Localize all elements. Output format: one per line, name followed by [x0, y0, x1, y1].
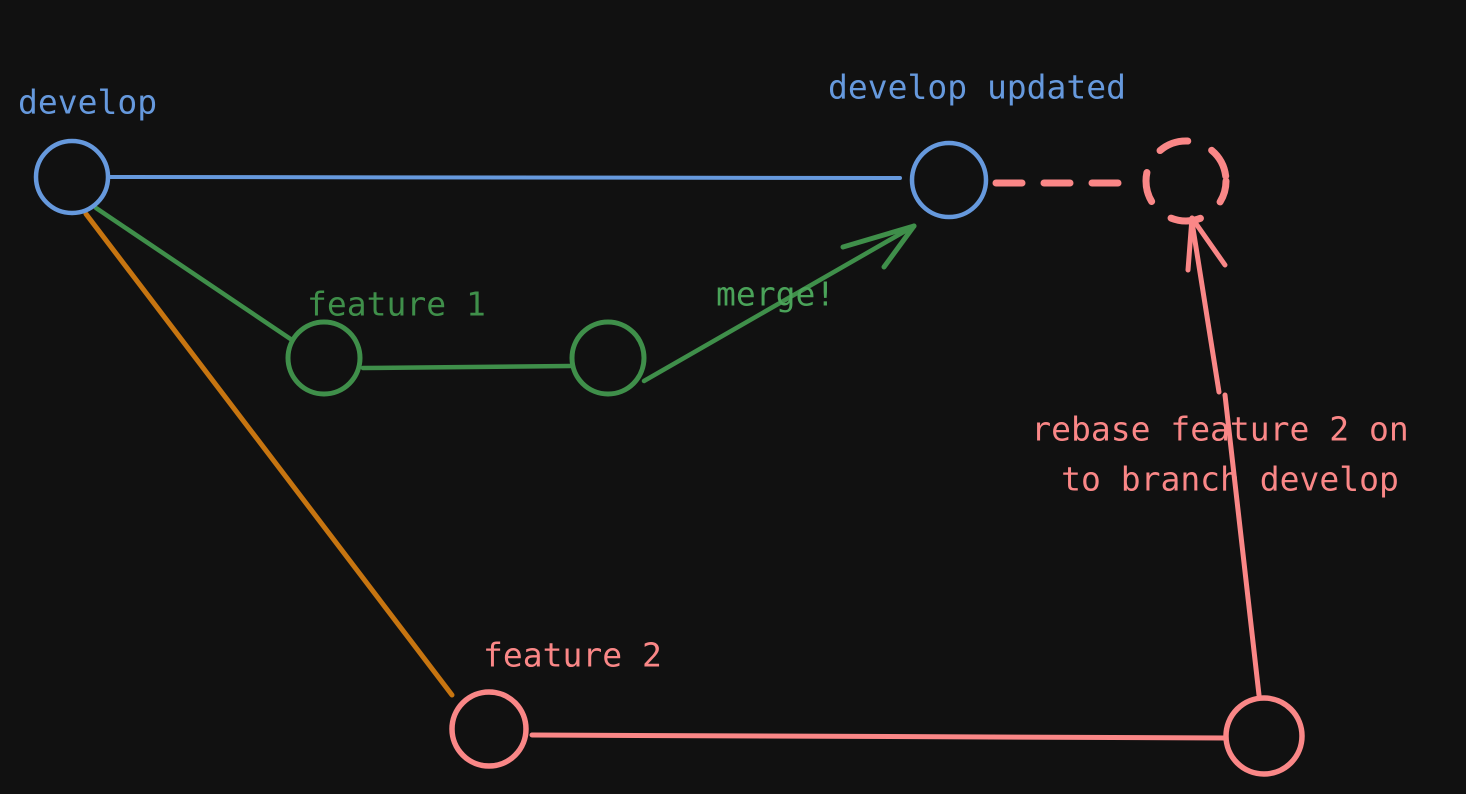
edge-develop-main-line: [108, 175, 902, 180]
edge-develop-to-feature1: [93, 205, 295, 343]
git-rebase-diagram: develop develop updated feature 1 merge!…: [0, 0, 1466, 794]
node-rebased-placeholder[interactable]: [1142, 137, 1230, 225]
label-rebase-line2: to branch develop: [1061, 460, 1399, 499]
edge-feature1-commits: [360, 363, 573, 371]
label-develop: develop: [18, 83, 157, 122]
label-feature1: feature 1: [307, 285, 486, 324]
diagram-canvas: develop develop updated feature 1 merge!…: [18, 68, 1409, 777]
node-feature1-commit-1[interactable]: [285, 319, 363, 397]
node-feature1-commit-2[interactable]: [569, 319, 647, 397]
node-feature2-commit-2[interactable]: [1223, 695, 1305, 777]
node-feature2-commit-1[interactable]: [449, 689, 529, 769]
label-rebase-line1: rebase feature 2 on: [1031, 410, 1409, 449]
rebase-arrowhead-left: [1185, 215, 1195, 273]
label-feature2: feature 2: [483, 636, 662, 675]
label-develop-updated: develop updated: [828, 68, 1126, 107]
node-develop-root[interactable]: [33, 138, 111, 216]
edge-feature2-commits: [529, 732, 1229, 741]
label-merge: merge!: [716, 275, 835, 314]
node-develop-updated[interactable]: [909, 140, 989, 220]
